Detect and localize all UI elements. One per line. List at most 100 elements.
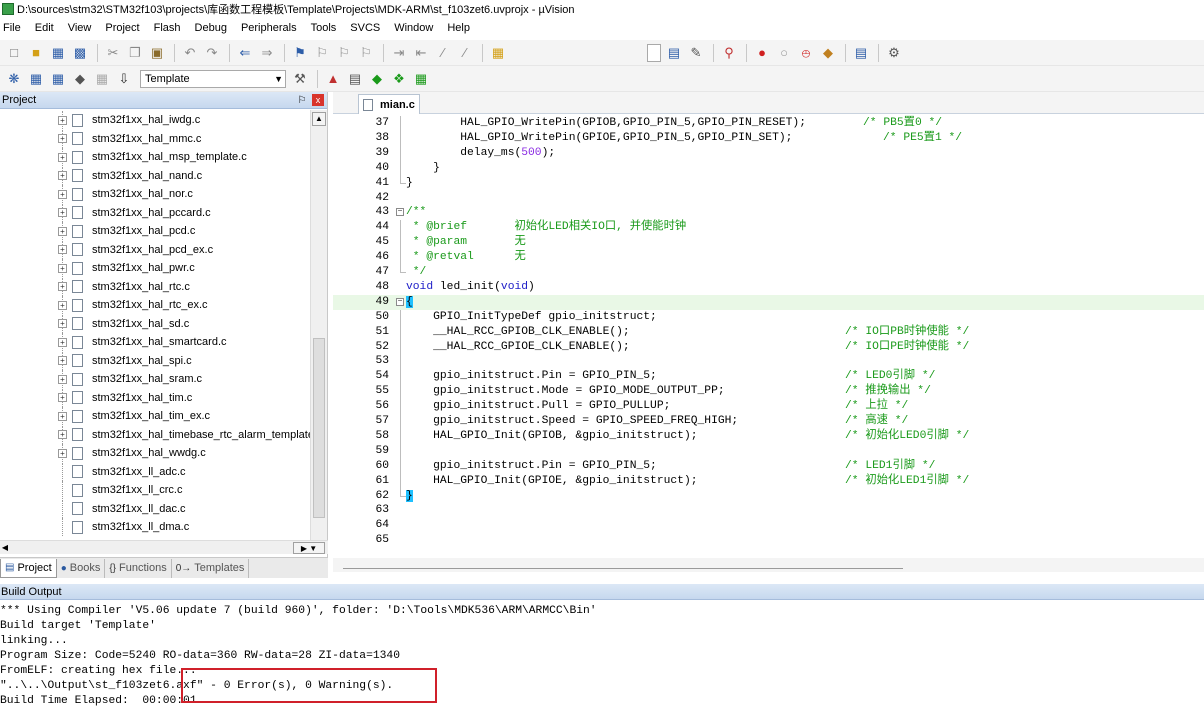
expand-icon[interactable]: +	[58, 189, 67, 199]
debug-settings-icon[interactable]: ◆	[818, 43, 838, 63]
tree-file-item[interactable]: + stm32f1xx_hal_smartcard.c	[0, 333, 310, 351]
tab-mian-c[interactable]: mian.c	[358, 94, 420, 114]
menu-window[interactable]: Window	[387, 22, 440, 34]
tree-file-item[interactable]: + stm32f1xx_hal_nand.c	[0, 166, 310, 185]
undo-icon[interactable]: ↶	[180, 43, 200, 63]
tab-templates[interactable]: 0→ Templates	[172, 558, 250, 578]
tree-file-item[interactable]: + stm32f1xx_hal_tim.c	[0, 388, 310, 407]
expand-icon[interactable]: +	[58, 411, 67, 421]
expand-icon[interactable]: +	[58, 319, 67, 328]
window-layout-icon[interactable]: ▤	[851, 43, 871, 63]
menu-peripherals[interactable]: Peripherals	[234, 22, 304, 34]
close-icon[interactable]: x	[312, 94, 324, 106]
software-packs-icon[interactable]: ▦	[411, 69, 431, 89]
tree-file-item[interactable]: stm32f1xx_ll_adc.c	[0, 462, 310, 481]
scroll-up-icon[interactable]: ▲	[312, 112, 326, 126]
expand-icon[interactable]: +	[58, 356, 67, 365]
scroll-thumb[interactable]	[313, 338, 325, 518]
expand-icon[interactable]: +	[58, 208, 67, 217]
new-file-icon[interactable]: □	[4, 43, 24, 63]
tree-file-item[interactable]: + stm32f1xx_hal_rtc.c	[0, 277, 310, 296]
expand-icon[interactable]: +	[58, 300, 67, 310]
rebuild-icon[interactable]: ▦	[48, 69, 68, 89]
expand-icon[interactable]: +	[58, 171, 67, 180]
find-icon[interactable]: ▤	[664, 43, 684, 63]
options-for-target-icon[interactable]: ⚒	[290, 69, 310, 89]
expand-icon[interactable]: +	[58, 263, 67, 273]
tree-file-item[interactable]: + stm32f1xx_hal_wwdg.c	[0, 444, 310, 462]
tree-file-item[interactable]: + stm32f1xx_hal_mmc.c	[0, 129, 310, 148]
tab-project[interactable]: ▤ Project	[0, 558, 57, 578]
open-folder-icon[interactable]: ■	[26, 43, 46, 63]
expand-icon[interactable]: +	[58, 245, 67, 254]
indent-icon[interactable]: ⇥	[389, 43, 409, 63]
find-in-files-icon[interactable]: ▦	[488, 43, 508, 63]
translate-icon[interactable]: ❋	[4, 69, 24, 89]
tree-file-item[interactable]: + stm32f1xx_hal_pcd_ex.c	[0, 240, 310, 259]
scroll-right-down-icon[interactable]: ▶ ▼	[293, 542, 325, 554]
expand-icon[interactable]: +	[58, 115, 67, 125]
tree-file-item[interactable]: + stm32f1xx_hal_msp_template.c	[0, 148, 310, 166]
nav-forward-icon[interactable]: ⇒	[257, 43, 277, 63]
tree-file-item[interactable]: + stm32f1xx_hal_pccard.c	[0, 203, 310, 222]
nav-back-icon[interactable]: ⇐	[235, 43, 255, 63]
redo-icon[interactable]: ↷	[202, 43, 222, 63]
breakpoint-icon[interactable]: ●	[752, 43, 772, 63]
save-all-icon[interactable]: ▩	[70, 43, 90, 63]
paste-icon[interactable]: ▣	[147, 43, 167, 63]
menu-edit[interactable]: Edit	[28, 22, 61, 34]
tree-file-item[interactable]: + stm32f1xx_hal_pwr.c	[0, 259, 310, 277]
menu-flash[interactable]: Flash	[147, 22, 188, 34]
pin-icon[interactable]: ⚐	[296, 95, 308, 106]
expand-icon[interactable]: +	[58, 134, 67, 143]
project-vscrollbar[interactable]: ▲	[310, 110, 327, 540]
code-area[interactable]: 37 HAL_GPIO_WritePin(GPIOB,GPIO_PIN_5,GP…	[333, 116, 1204, 552]
clear-bookmarks-icon[interactable]: ⚐	[356, 43, 376, 63]
batch-build-icon[interactable]: ◆	[70, 69, 90, 89]
menu-view[interactable]: View	[61, 22, 99, 34]
prev-bookmark-icon[interactable]: ⚐	[312, 43, 332, 63]
manage-project-items-icon[interactable]: ▲	[323, 69, 343, 89]
expand-icon[interactable]: +	[58, 430, 67, 439]
tree-file-item[interactable]: + stm32f1xx_hal_timebase_rtc_alarm_templa…	[0, 425, 310, 444]
unindent-icon[interactable]: ⇤	[411, 43, 431, 63]
download-icon[interactable]: ⇩	[114, 69, 134, 89]
menu-svcs[interactable]: SVCS	[343, 22, 387, 34]
pack-installer-icon[interactable]: ❖	[389, 69, 409, 89]
debug-session-icon[interactable]: ⚲	[719, 43, 739, 63]
tree-file-item[interactable]: + stm32f1xx_hal_sram.c	[0, 370, 310, 388]
find-combo[interactable]	[647, 43, 661, 62]
stop-build-icon[interactable]: ▦	[92, 69, 112, 89]
kill-breakpoints-icon[interactable]: ⦺	[796, 43, 816, 63]
expand-icon[interactable]: +	[58, 374, 67, 384]
expand-icon[interactable]: +	[58, 152, 67, 162]
tab-functions[interactable]: {} Functions	[105, 558, 172, 578]
editor-hscrollbar[interactable]	[333, 558, 1204, 572]
scroll-thumb[interactable]	[343, 560, 903, 569]
next-bookmark-icon[interactable]: ⚐	[334, 43, 354, 63]
tree-file-item[interactable]: stm32f1xx_ll_dac.c	[0, 499, 310, 518]
collapse-icon[interactable]: −	[396, 208, 404, 217]
scroll-left-icon[interactable]: ◀	[0, 542, 10, 554]
expand-icon[interactable]: +	[58, 448, 67, 458]
tree-file-item[interactable]: + stm32f1xx_hal_pcd.c	[0, 222, 310, 240]
manage-rte-icon[interactable]: ◆	[367, 69, 387, 89]
cut-icon[interactable]: ✂	[103, 43, 123, 63]
incremental-find-icon[interactable]: ✎	[686, 43, 706, 63]
uncomment-icon[interactable]: ∕	[455, 43, 475, 63]
tree-file-item[interactable]: + stm32f1xx_hal_nor.c	[0, 185, 310, 203]
tree-file-item[interactable]: + stm32f1xx_hal_rtc_ex.c	[0, 296, 310, 314]
tab-books[interactable]: ● Books	[57, 558, 106, 578]
tree-file-item[interactable]: + stm32f1xx_hal_iwdg.c	[0, 111, 310, 129]
copy-icon[interactable]: ❐	[125, 43, 145, 63]
comment-icon[interactable]: ∕	[433, 43, 453, 63]
menu-project[interactable]: Project	[98, 22, 146, 34]
tree-file-item[interactable]: stm32f1xx_ll_dma.c	[0, 518, 310, 536]
save-icon[interactable]: ▦	[48, 43, 68, 63]
disable-breakpoint-icon[interactable]: ○	[774, 43, 794, 63]
build-icon[interactable]: ▦	[26, 69, 46, 89]
menu-debug[interactable]: Debug	[188, 22, 234, 34]
tree-file-item[interactable]: stm32f1xx_ll_crc.c	[0, 481, 310, 499]
target-select[interactable]: Template ▼	[140, 69, 286, 88]
bookmark-icon[interactable]: ⚑	[290, 43, 310, 63]
